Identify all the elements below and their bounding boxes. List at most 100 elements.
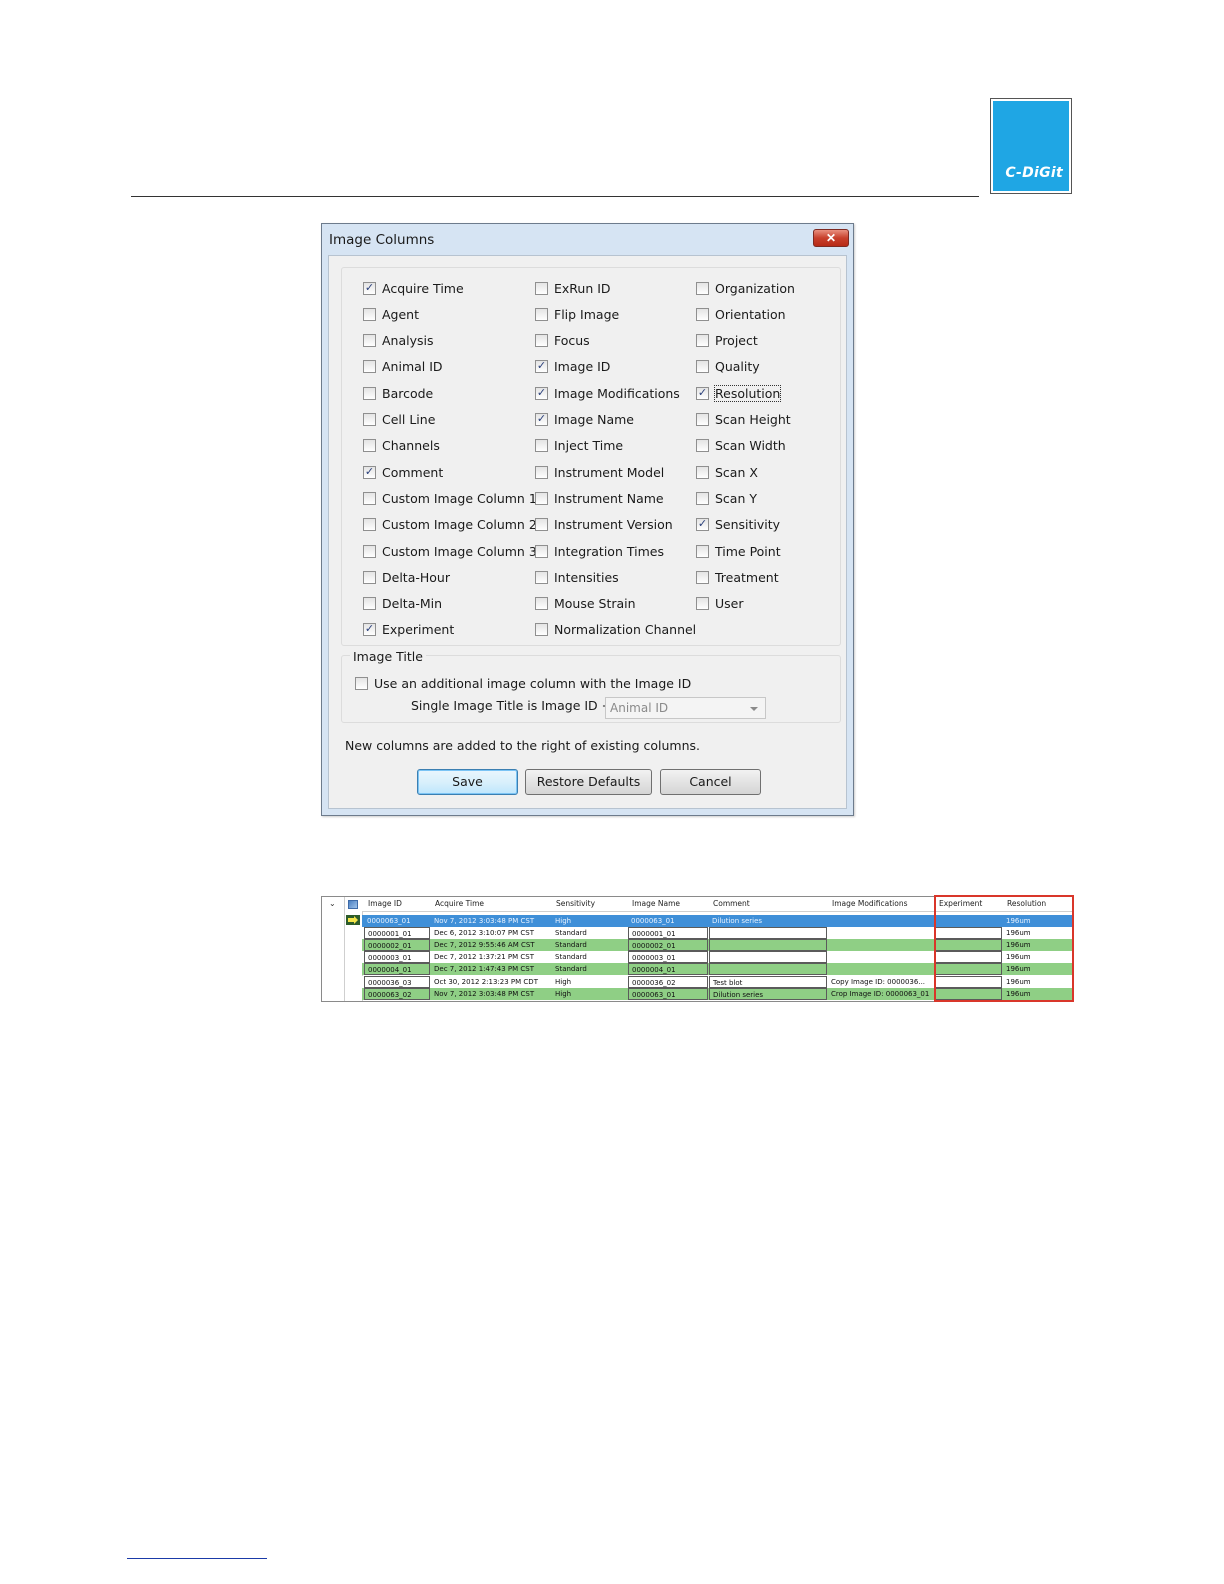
column-option-checkbox[interactable]: ✓ — [535, 413, 548, 426]
column-option-item[interactable]: Animal ID — [363, 359, 443, 375]
table-cell[interactable]: 0000001_01 — [628, 927, 708, 940]
additional-column-checkbox[interactable] — [355, 676, 368, 690]
table-cell[interactable]: Nov 7, 2012 3:03:48 PM CST — [431, 915, 551, 927]
column-option-checkbox[interactable] — [696, 360, 709, 374]
table-cell[interactable]: Standard — [552, 939, 627, 951]
table-column-header[interactable]: Image Modifications — [832, 897, 934, 911]
column-option-item[interactable]: ✓ Image Modifications — [535, 385, 680, 401]
table-cell[interactable]: 196um — [1003, 951, 1072, 963]
table-cell[interactable]: 0000004_01 — [364, 963, 430, 976]
close-button[interactable]: ✕ — [813, 229, 849, 247]
column-option-checkbox[interactable] — [363, 491, 376, 505]
table-cell[interactable]: 196um — [1003, 927, 1072, 939]
table-cell[interactable]: 0000001_01 — [364, 927, 430, 940]
title-suffix-select[interactable]: Animal ID — [605, 697, 766, 719]
table-cell[interactable] — [935, 951, 1002, 964]
column-chooser-icon[interactable] — [348, 900, 358, 909]
table-column-header[interactable]: Acquire Time — [435, 897, 551, 911]
column-option-checkbox[interactable] — [696, 439, 709, 453]
table-cell[interactable] — [828, 927, 934, 939]
table-cell[interactable]: Dec 7, 2012 9:55:46 AM CST — [431, 939, 551, 951]
column-option-item[interactable]: Agent — [363, 306, 419, 322]
table-cell[interactable] — [935, 975, 1002, 988]
column-option-checkbox[interactable] — [363, 439, 376, 453]
column-option-item[interactable]: ✓ Sensitivity — [696, 517, 780, 533]
table-cell[interactable] — [935, 987, 1002, 1000]
dialog-titlebar[interactable]: Image Columns ✕ — [322, 224, 853, 255]
table-cell[interactable] — [709, 951, 827, 964]
column-option-checkbox[interactable] — [535, 570, 548, 584]
column-option-item[interactable]: Quality — [696, 359, 760, 375]
column-option-item[interactable]: Organization — [696, 280, 795, 296]
table-cell[interactable] — [828, 951, 934, 963]
column-option-item[interactable]: Analysis — [363, 333, 434, 349]
column-option-item[interactable]: Instrument Version — [535, 517, 673, 533]
table-cell[interactable]: 0000036_02 — [628, 975, 708, 988]
column-option-item[interactable]: ✓ Image ID — [535, 359, 610, 375]
column-option-item[interactable]: Scan Width — [696, 438, 786, 454]
table-cell[interactable]: Standard — [552, 963, 627, 975]
table-cell[interactable]: Dec 7, 2012 1:37:21 PM CST — [431, 951, 551, 963]
table-cell[interactable] — [709, 939, 827, 952]
column-option-item[interactable]: Orientation — [696, 306, 786, 322]
table-cell[interactable]: Dec 7, 2012 1:47:43 PM CST — [431, 963, 551, 975]
table-cell[interactable]: Dec 6, 2012 3:10:07 PM CST — [431, 927, 551, 939]
column-option-checkbox[interactable] — [363, 413, 376, 426]
column-option-item[interactable]: Scan X — [696, 464, 758, 480]
column-option-item[interactable]: Normalization Channel — [535, 622, 696, 638]
table-cell[interactable] — [935, 927, 1002, 940]
restore-defaults-button[interactable]: Restore Defaults — [525, 769, 652, 795]
column-option-item[interactable]: Project — [696, 333, 758, 349]
table-column-header[interactable]: Resolution — [1007, 897, 1072, 911]
column-option-checkbox[interactable] — [696, 491, 709, 505]
table-cell[interactable]: 0000063_02 — [364, 987, 430, 1000]
column-option-checkbox[interactable]: ✓ — [535, 360, 548, 374]
column-option-checkbox[interactable]: ✓ — [535, 386, 548, 400]
column-option-checkbox[interactable] — [363, 518, 376, 532]
table-column-header[interactable]: Experiment — [939, 897, 1002, 911]
table-cell[interactable]: 196um — [1003, 988, 1072, 1000]
column-option-checkbox[interactable] — [696, 307, 709, 321]
column-option-item[interactable]: Custom Image Column 2 — [363, 517, 537, 533]
column-option-item[interactable]: Delta-Hour — [363, 569, 450, 585]
table-row[interactable]: 0000001_01 Dec 6, 2012 3:10:07 PM CST Stan… — [362, 927, 1072, 940]
column-option-item[interactable]: Cell Line — [363, 412, 435, 428]
column-option-checkbox[interactable]: ✓ — [363, 623, 376, 637]
table-cell[interactable]: 196um — [1003, 915, 1072, 927]
column-option-item[interactable]: Instrument Model — [535, 464, 664, 480]
table-cell[interactable]: 196um — [1003, 976, 1072, 988]
column-option-item[interactable]: Custom Image Column 1 — [363, 490, 537, 506]
table-cell[interactable] — [828, 915, 934, 927]
column-option-checkbox[interactable] — [535, 623, 548, 637]
column-option-item[interactable]: Mouse Strain — [535, 596, 636, 612]
column-option-checkbox[interactable] — [696, 281, 709, 295]
column-option-item[interactable]: Inject Time — [535, 438, 623, 454]
column-option-item[interactable]: Integration Times — [535, 543, 664, 559]
table-row[interactable]: 0000063_02 Nov 7, 2012 3:03:48 PM CST High… — [362, 987, 1072, 1000]
column-option-item[interactable]: Scan Y — [696, 490, 757, 506]
table-row[interactable]: 0000063_01 Nov 7, 2012 3:03:48 PM CST High… — [362, 915, 1072, 927]
column-option-item[interactable]: Barcode — [363, 385, 433, 401]
column-option-checkbox[interactable]: ✓ — [696, 386, 709, 400]
table-cell[interactable]: Crop Image ID: 0000063_01 — [828, 988, 934, 1000]
column-option-checkbox[interactable] — [696, 413, 709, 426]
table-cell[interactable]: 0000063_01 — [628, 915, 708, 927]
column-option-checkbox[interactable]: ✓ — [696, 518, 709, 532]
table-cell[interactable]: Oct 30, 2012 2:13:23 PM CDT — [431, 976, 551, 988]
column-option-checkbox[interactable] — [696, 465, 709, 479]
column-option-checkbox[interactable] — [363, 386, 376, 400]
column-option-item[interactable]: Intensities — [535, 569, 619, 585]
column-option-item[interactable]: Time Point — [696, 543, 781, 559]
table-column-header[interactable]: Image ID — [368, 897, 430, 911]
table-cell[interactable] — [709, 927, 827, 940]
table-cell[interactable]: 196um — [1003, 939, 1072, 951]
table-row[interactable]: 0000003_01 Dec 7, 2012 1:37:21 PM CST Stan… — [362, 951, 1072, 964]
table-row[interactable]: 0000004_01 Dec 7, 2012 1:47:43 PM CST Stan… — [362, 963, 1072, 976]
column-option-checkbox[interactable] — [535, 597, 548, 611]
column-option-item[interactable]: Delta-Min — [363, 596, 442, 612]
column-option-checkbox[interactable] — [535, 465, 548, 479]
table-column-header[interactable]: Image Name — [632, 897, 708, 911]
column-option-checkbox[interactable] — [535, 518, 548, 532]
table-cell[interactable]: High — [552, 988, 627, 1000]
table-cell[interactable]: 0000003_01 — [364, 951, 430, 964]
